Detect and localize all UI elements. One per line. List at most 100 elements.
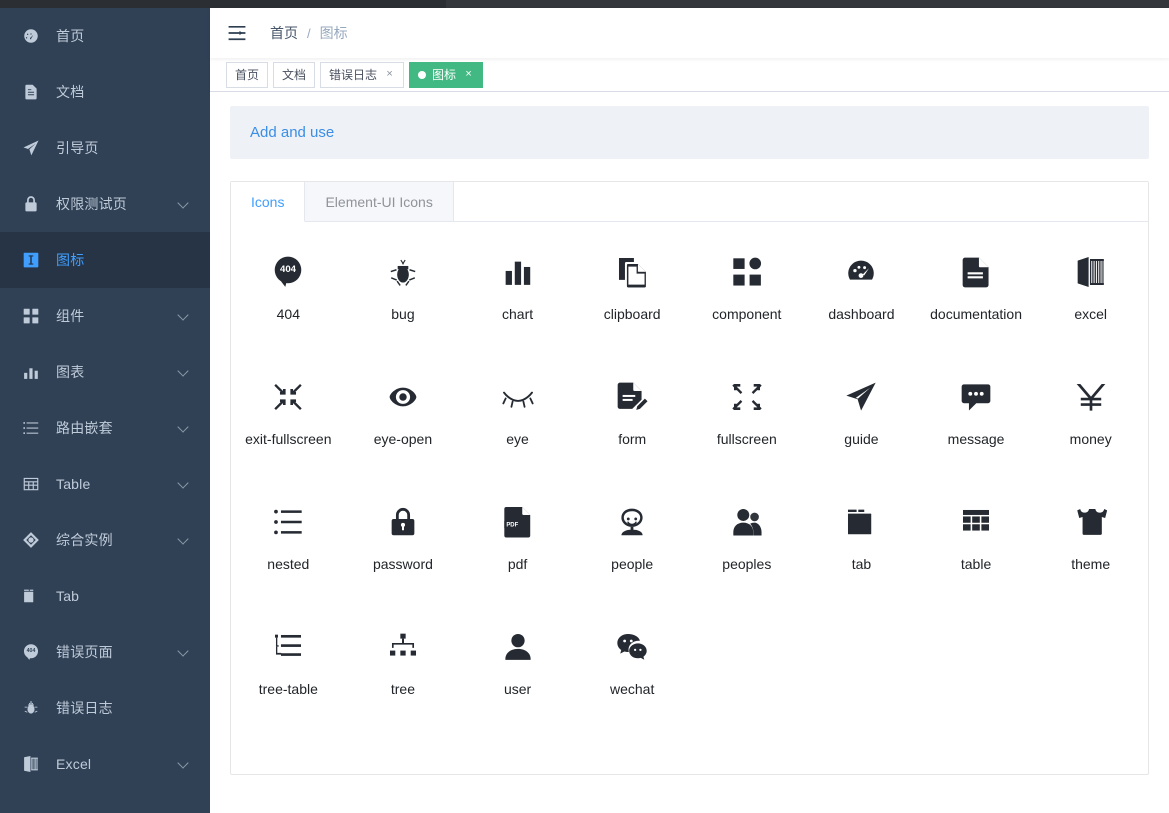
app-root: 首页 文档 引导页 权限测试页 图标 组件 图表 路由嵌套 Table 综合实例 Tab 404 错误页… [0,0,1169,813]
sidebar-item-label: Table [56,476,91,492]
tab-label: Icons [251,193,285,210]
icon-label: theme [1071,556,1111,572]
example-icon [20,529,42,551]
icon-cell-wechat[interactable]: wechat [575,625,690,750]
icon-cell-fullscreen[interactable]: fullscreen [690,375,805,500]
icon-cell-eye-open[interactable]: eye-open [346,375,461,500]
icon-cell-chart[interactable]: chart [460,250,575,375]
tag-label: 首页 [235,67,260,82]
icons-card: Icons Element-UI Icons 404 404 bug chart clip… [230,181,1149,775]
fullscreen-icon [725,375,769,419]
icon-cell-tree-table[interactable]: tree-table [231,625,346,750]
sidebar-item-label: 组件 [56,308,85,324]
tab-icon [20,585,42,607]
bug-icon [20,697,42,719]
sidebar-item-10[interactable]: Tab [0,568,210,624]
icon-label: dashboard [828,306,895,322]
tab-icons[interactable]: Icons [231,182,306,222]
sidebar: 首页文档引导页权限测试页图标组件图表路由嵌套 Table 综合实例 Tab 404 错误页… [0,8,210,813]
sidebar-item-2[interactable]: 引导页 [0,120,210,176]
bug-icon [381,250,425,294]
icon-label: fullscreen [716,431,777,447]
sidebar-item-11[interactable]: 404 错误页面 [0,624,210,680]
hamburger-icon[interactable] [226,22,248,44]
icon-cell-peoples[interactable]: peoples [690,500,805,625]
tag-item-2[interactable]: 错误日志 × [320,61,405,88]
icons-tabs-header: Icons Element-UI Icons [231,182,1148,222]
icon-cell-password[interactable]: password [346,500,461,625]
icon-cell-money[interactable]: money [1033,375,1148,500]
icon-label: peoples [722,556,772,572]
add-and-use-notice: Add and use [230,106,1149,159]
tag-item-1[interactable]: 文档 [273,61,316,88]
icon-cell-message[interactable]: message [919,375,1034,500]
tag-item-0[interactable]: 首页 [226,61,269,88]
nested-icon [266,500,310,544]
icon-cell-form[interactable]: form [575,375,690,500]
sidebar-item-label: 路由嵌套 [56,420,113,436]
icon-label: clipboard [603,306,661,322]
sidebar-item-8[interactable]: Table [0,456,210,512]
icon-label: user [503,681,532,697]
icon-cell-404[interactable]: 404 404 [231,250,346,375]
icon-label: documentation [930,306,1022,322]
404-icon: 404 [266,250,310,294]
tab-label: Element-UI Icons [325,193,433,210]
icon-cell-eye[interactable]: eye [460,375,575,500]
breadcrumb-separator: / [307,25,311,41]
tree-icon [381,625,425,669]
chart-icon [20,361,42,383]
sidebar-item-label: 图表 [56,364,85,380]
icon-cell-dashboard[interactable]: dashboard [804,250,919,375]
icon-cell-component[interactable]: component [690,250,805,375]
sidebar-item-label: 文档 [56,84,85,100]
icon-cell-theme[interactable]: theme [1033,500,1148,625]
sidebar-item-12[interactable]: 错误日志 [0,680,210,736]
tag-item-3[interactable]: 图标 × [409,61,484,88]
tab-icon [839,500,883,544]
tags-view: 首页 文档 错误日志 × 图标 × [210,58,1169,92]
sidebar-item-3[interactable]: 权限测试页 [0,176,210,232]
message-icon [954,375,998,419]
guide-icon [839,375,883,419]
close-icon[interactable]: × [384,69,395,80]
sidebar-item-7[interactable]: 路由嵌套 [0,400,210,456]
icon-cell-people[interactable]: people [575,500,690,625]
icon-cell-clipboard[interactable]: clipboard [575,250,690,375]
browser-top-strip [0,0,1169,8]
chevron-down-icon [178,310,190,322]
sidebar-item-1[interactable]: 文档 [0,64,210,120]
icon-cell-tab[interactable]: tab [804,500,919,625]
close-icon[interactable]: × [463,69,474,80]
icon-cell-documentation[interactable]: documentation [919,250,1034,375]
icon-label: nested [267,556,310,572]
icon-label: tree [390,681,415,697]
add-and-use-link[interactable]: Add and use [250,124,334,141]
sidebar-item-9[interactable]: 综合实例 [0,512,210,568]
breadcrumb-item-0[interactable]: 首页 [270,23,298,43]
lock-icon [20,193,42,215]
guide-icon [20,137,42,159]
pdf-icon: PDF [496,500,540,544]
sidebar-item-6[interactable]: 图表 [0,344,210,400]
icon-cell-exit-fullscreen[interactable]: exit-fullscreen [231,375,346,500]
sidebar-item-label: 权限测试页 [56,196,127,212]
chevron-down-icon [178,646,190,658]
icon-cell-user[interactable]: user [460,625,575,750]
sidebar-item-4[interactable]: 图标 [0,232,210,288]
icon-cell-table[interactable]: table [919,500,1034,625]
sidebar-item-0[interactable]: 首页 [0,8,210,64]
icon-cell-bug[interactable]: bug [346,250,461,375]
icon-label: exit-fullscreen [245,431,332,447]
icon-cell-guide[interactable]: guide [804,375,919,500]
tab-element-ui-icons[interactable]: Element-UI Icons [305,182,454,221]
sidebar-item-5[interactable]: 组件 [0,288,210,344]
tag-label: 图标 [432,67,457,82]
icon-cell-excel[interactable]: excel [1033,250,1148,375]
sidebar-item-label: Tab [56,588,80,604]
icon-cell-tree[interactable]: tree [346,625,461,750]
icon-cell-pdf[interactable]: PDF pdf [460,500,575,625]
icon-cell-nested[interactable]: nested [231,500,346,625]
icon-label: guide [844,431,879,447]
sidebar-item-13[interactable]: Excel [0,736,210,792]
